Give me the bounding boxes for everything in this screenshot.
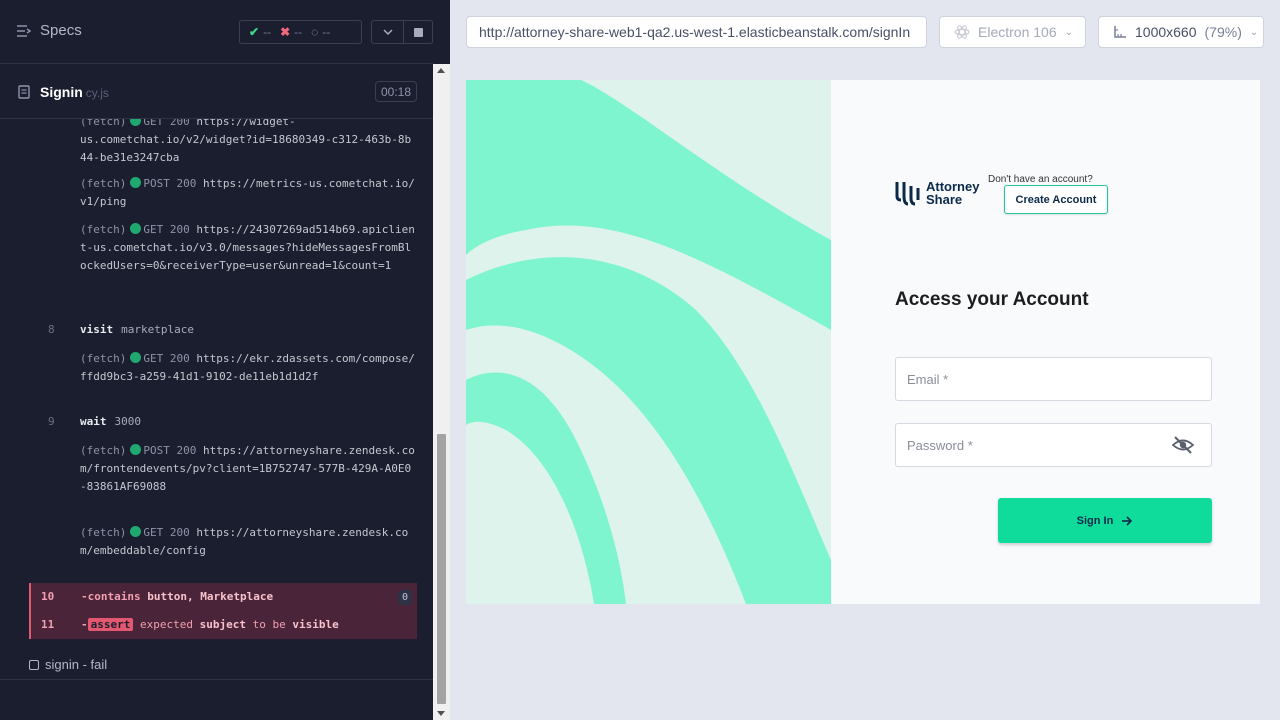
document-icon [18,84,30,103]
browser-selector[interactable]: Electron 106 ⌄ [939,16,1086,48]
run-stats: ✔ -- ✖ -- ◌ -- [239,20,362,44]
run-timer: 00:18 [375,81,417,102]
spinner-icon: ◌ [311,25,319,39]
status-dot-icon [130,223,142,234]
command-log[interactable]: (fetch) GET 200 https://widget-us.cometch… [0,119,433,639]
test-status-icon [29,659,39,670]
decorative-wave-art [466,80,831,604]
command-row[interactable]: (fetch) GET 200 https://widget-us.cometch… [0,119,418,167]
test-title[interactable]: signin - fail [29,657,107,672]
aut-panel: http://attorney-share-web1-qa2.us-west-1… [450,0,1280,720]
pending-stat: ◌ -- [311,25,331,39]
count-badge: 0 [398,590,412,605]
specs-label: Specs [40,22,82,39]
passed-stat: ✔ -- [249,25,272,39]
page-title: Access your Account [895,289,1089,310]
menu-icon [16,24,32,38]
check-icon: ✔ [249,25,260,39]
ruler-icon [1114,26,1126,38]
logo-mark-icon [895,182,920,206]
password-field[interactable]: Password * [895,423,1212,467]
status-dot-icon [130,352,142,363]
failed-stat: ✖ -- [280,25,303,39]
arrow-right-icon [1122,515,1133,526]
app-frame: Attorney Share Don't have an account? Cr… [466,80,1260,604]
create-account-button[interactable]: Create Account [1004,185,1108,214]
status-dot-icon [130,177,142,188]
scroll-up-icon[interactable] [437,68,445,73]
reporter-header: Specs ✔ -- ✖ -- ◌ -- [0,0,433,64]
status-dot-icon [130,526,142,537]
viewport-selector[interactable]: 1000x660 (79%) ⌄ [1098,16,1264,48]
status-dot-icon [130,444,142,455]
chevron-down-icon: ⌄ [1064,26,1073,38]
electron-icon [954,25,970,39]
url-bar[interactable]: http://attorney-share-web1-qa2.us-west-1… [466,16,927,48]
status-dot-icon [130,119,142,126]
divider [0,679,433,680]
scroll-down-icon[interactable] [437,711,445,716]
email-field[interactable]: Email * [895,357,1212,401]
chevron-down-icon [382,28,393,35]
chevron-down-icon: ⌄ [1249,26,1259,38]
scroll-thumb[interactable] [437,434,446,704]
cross-icon: ✖ [280,25,291,39]
stop-button[interactable] [403,20,433,44]
stop-icon [413,27,423,37]
no-account-text: Don't have an account? [988,174,1093,185]
auto-scroll-toggle[interactable] [371,20,404,44]
eye-off-icon[interactable] [1171,435,1195,458]
failed-command-assert[interactable]: 11 - assert expected subject to be visibl… [29,611,417,639]
failed-command-contains[interactable]: 10 -contains button, Marketplace 0 [29,583,417,611]
sign-in-button[interactable]: Sign In [998,498,1212,543]
spec-file-name[interactable]: Signin cy.js [40,84,109,100]
attorney-share-logo[interactable]: Attorney Share [894,180,979,206]
specs-toggle-button[interactable]: Specs [16,22,82,39]
cypress-reporter: Specs ✔ -- ✖ -- ◌ -- Signin cy.js 00:18 (fet… [0,0,450,720]
reporter-scrollbar[interactable] [433,64,450,720]
